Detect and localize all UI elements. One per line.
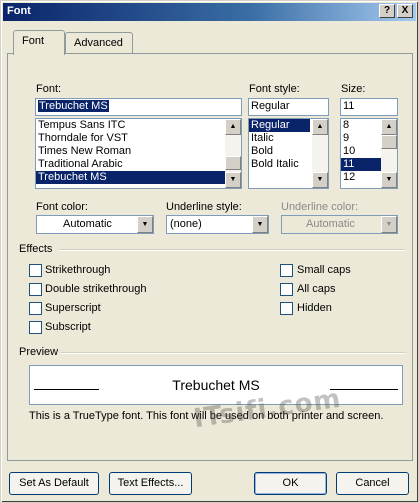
- all-caps-label: All caps: [297, 283, 336, 295]
- tab-advanced-label: Advanced: [74, 37, 123, 49]
- all-caps-checkbox[interactable]: [280, 283, 293, 296]
- scroll-down-icon[interactable]: ▼: [381, 172, 397, 188]
- size-label: Size:: [341, 83, 366, 95]
- effects-divider: [59, 249, 405, 251]
- window-title: Font: [7, 5, 31, 17]
- font-style-input[interactable]: Regular: [248, 98, 329, 116]
- font-style-list[interactable]: Regular Italic Bold Bold Italic ▲ ▼: [248, 118, 329, 189]
- size-scrollbar[interactable]: ▲ ▼: [381, 119, 397, 188]
- preview-sample-text: Trebuchet MS: [172, 377, 260, 393]
- font-list-item[interactable]: Thorndale for VST: [36, 132, 241, 145]
- text-effects-button[interactable]: Text Effects...: [109, 472, 192, 495]
- underline-style-value: (none): [170, 218, 202, 230]
- underline-color-dropdown: Automatic ▼: [281, 215, 398, 234]
- set-as-default-button[interactable]: Set As Default: [9, 472, 99, 495]
- font-style-scrollbar[interactable]: ▲ ▼: [312, 119, 328, 188]
- font-color-value: Automatic: [63, 218, 112, 230]
- font-list-item[interactable]: Times New Roman: [36, 145, 241, 158]
- scroll-down-icon[interactable]: ▼: [225, 172, 241, 188]
- scroll-up-icon[interactable]: ▲: [381, 119, 397, 135]
- font-style-input-value: Regular: [251, 100, 290, 112]
- font-dialog: Font ? X Font Advanced Font: Trebuchet M…: [0, 0, 419, 503]
- superscript-label: Superscript: [45, 302, 101, 314]
- font-list-scrollbar[interactable]: ▲ ▼: [225, 119, 241, 188]
- double-strikethrough-checkbox[interactable]: [29, 283, 42, 296]
- font-list-item[interactable]: Traditional Arabic: [36, 158, 241, 171]
- font-list-item-selected[interactable]: Trebuchet MS: [36, 171, 225, 184]
- small-caps-checkbox[interactable]: [280, 264, 293, 277]
- scroll-up-icon[interactable]: ▲: [225, 119, 241, 135]
- font-label: Font:: [36, 83, 62, 95]
- chevron-down-icon[interactable]: ▼: [137, 216, 153, 233]
- ok-button[interactable]: OK: [254, 472, 327, 495]
- superscript-checkbox[interactable]: [29, 302, 42, 315]
- chevron-down-icon[interactable]: ▼: [252, 216, 268, 233]
- size-list[interactable]: 8 9 10 11 12 ▲ ▼: [340, 118, 398, 189]
- tab-font[interactable]: Font: [13, 30, 65, 55]
- font-color-label: Font color:: [36, 201, 88, 213]
- subscript-checkbox[interactable]: [29, 321, 42, 334]
- size-item-selected[interactable]: 11: [341, 158, 381, 171]
- font-input[interactable]: Trebuchet MS: [35, 98, 242, 116]
- strikethrough-label: Strikethrough: [45, 264, 111, 276]
- underline-style-label: Underline style:: [166, 201, 242, 213]
- help-icon: ?: [383, 5, 391, 16]
- font-list[interactable]: Tempus Sans ITC Thorndale for VST Times …: [35, 118, 242, 189]
- subscript-label: Subscript: [45, 321, 91, 333]
- size-input-value: 11: [343, 100, 355, 112]
- effects-group-label: Effects: [19, 243, 53, 255]
- underline-style-dropdown[interactable]: (none) ▼: [166, 215, 269, 234]
- font-list-item[interactable]: Tempus Sans ITC: [36, 119, 241, 132]
- strikethrough-checkbox[interactable]: [29, 264, 42, 277]
- underline-color-label: Underline color:: [281, 201, 359, 213]
- hidden-checkbox[interactable]: [280, 302, 293, 315]
- size-input[interactable]: 11: [340, 98, 398, 116]
- chevron-down-icon: ▼: [381, 216, 397, 233]
- font-input-value: Trebuchet MS: [38, 100, 109, 112]
- close-button[interactable]: X: [397, 4, 413, 18]
- hidden-label: Hidden: [297, 302, 332, 314]
- scroll-down-icon[interactable]: ▼: [312, 172, 328, 188]
- font-style-item-selected[interactable]: Regular: [249, 119, 310, 132]
- help-button[interactable]: ?: [379, 4, 395, 18]
- title-bar: Font: [3, 3, 416, 21]
- underline-color-value: Automatic: [306, 218, 355, 230]
- tab-advanced[interactable]: Advanced: [65, 32, 133, 54]
- scroll-thumb[interactable]: [381, 135, 397, 149]
- double-strikethrough-label: Double strikethrough: [45, 283, 147, 295]
- cancel-button[interactable]: Cancel: [336, 472, 409, 495]
- font-style-label: Font style:: [249, 83, 300, 95]
- close-icon: X: [401, 5, 409, 16]
- font-color-dropdown[interactable]: Automatic ▼: [36, 215, 154, 234]
- preview-group-label: Preview: [19, 346, 59, 358]
- scroll-up-icon[interactable]: ▲: [312, 119, 328, 135]
- preview-box: Trebuchet MS: [29, 365, 403, 405]
- scroll-thumb[interactable]: [225, 156, 241, 170]
- tab-font-label: Font: [22, 35, 45, 47]
- preview-divider: [61, 352, 405, 354]
- small-caps-label: Small caps: [297, 264, 351, 276]
